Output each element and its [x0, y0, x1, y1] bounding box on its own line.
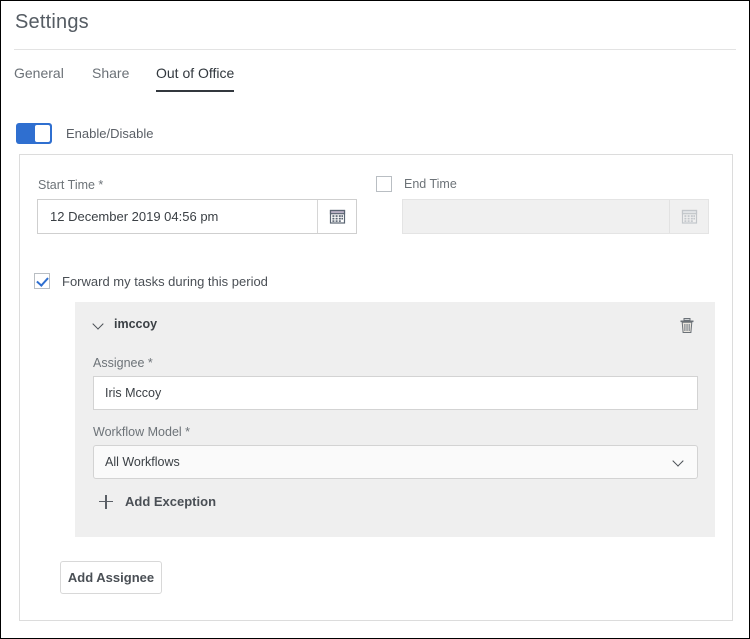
- calendar-icon: [329, 208, 346, 225]
- end-time-checkbox[interactable]: [376, 176, 392, 192]
- tab-general[interactable]: General: [14, 65, 64, 90]
- toggle-knob: [35, 125, 50, 142]
- chevron-down-icon: [673, 456, 685, 468]
- add-assignee-button[interactable]: Add Assignee: [60, 561, 162, 594]
- assignee-field-label: Assignee *: [93, 356, 153, 370]
- forward-tasks-checkbox[interactable]: [34, 273, 50, 289]
- title-divider: [14, 49, 736, 50]
- page-title: Settings: [15, 11, 89, 34]
- tab-bar: General Share Out of Office: [14, 65, 736, 99]
- end-time-input: [403, 200, 669, 233]
- tab-out-of-office[interactable]: Out of Office: [156, 65, 234, 92]
- delete-assignee-button[interactable]: [676, 314, 698, 336]
- add-exception-label: Add Exception: [125, 494, 216, 509]
- assignee-input[interactable]: Iris Mccoy: [93, 376, 698, 410]
- assignee-card-header[interactable]: imccoy: [93, 317, 157, 331]
- end-time-calendar-button: [669, 200, 708, 233]
- trash-icon: [678, 316, 696, 335]
- plus-icon: [99, 495, 113, 509]
- settings-window: Settings General Share Out of Office Ena…: [0, 0, 750, 639]
- end-time-row: End Time: [376, 176, 457, 192]
- enable-disable-label: Enable/Disable: [66, 126, 153, 141]
- workflow-model-label: Workflow Model *: [93, 425, 190, 439]
- start-time-label: Start Time *: [38, 178, 103, 192]
- end-time-field: [402, 199, 709, 234]
- out-of-office-panel: Start Time * 12 December 2019 04:56 pm: [19, 154, 733, 621]
- end-time-label: End Time: [404, 177, 457, 191]
- enable-disable-toggle[interactable]: [16, 123, 52, 144]
- enable-disable-row: Enable/Disable: [16, 123, 153, 144]
- add-exception-button[interactable]: Add Exception: [99, 494, 216, 509]
- workflow-model-select[interactable]: All Workflows: [93, 445, 698, 479]
- start-time-input[interactable]: 12 December 2019 04:56 pm: [38, 200, 317, 233]
- forward-tasks-row: Forward my tasks during this period: [34, 273, 268, 289]
- assignee-card: imccoy Assignee * Iris Mccoy Workflow Mo…: [75, 302, 715, 537]
- chevron-down-icon: [93, 318, 105, 330]
- assignee-username: imccoy: [114, 317, 157, 331]
- tab-share[interactable]: Share: [92, 65, 129, 90]
- workflow-model-value: All Workflows: [105, 455, 673, 469]
- start-time-calendar-button[interactable]: [317, 200, 356, 233]
- calendar-icon: [681, 208, 698, 225]
- start-time-field: 12 December 2019 04:56 pm: [37, 199, 357, 234]
- forward-tasks-label: Forward my tasks during this period: [62, 274, 268, 289]
